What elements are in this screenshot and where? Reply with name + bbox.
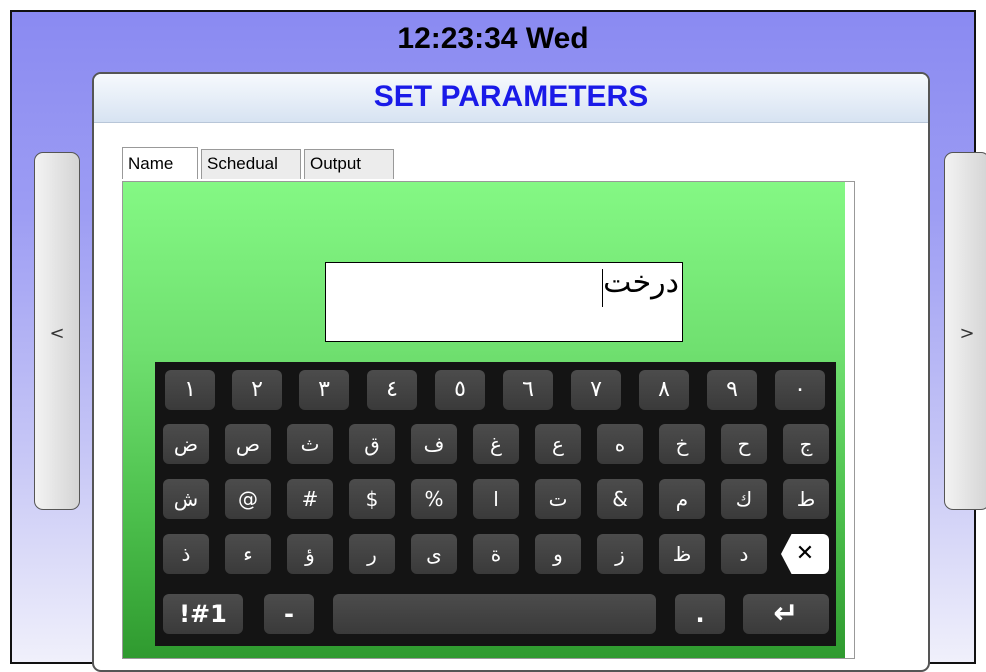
keyboard-key[interactable]: ١	[165, 370, 215, 410]
keyboard-key[interactable]: ح	[721, 424, 767, 464]
tab-schedual[interactable]: Schedual	[201, 149, 301, 179]
device-screen: 12:23:34 Wed < > SET PARAMETERS Name Sch…	[10, 10, 986, 672]
keyboard-key[interactable]: ة	[473, 534, 519, 574]
keyboard-key[interactable]: ٠	[775, 370, 825, 410]
dash-key[interactable]: -	[264, 594, 314, 634]
keyboard-key[interactable]: @	[225, 479, 271, 519]
keyboard-key[interactable]: %	[411, 479, 457, 519]
keyboard-key[interactable]: ٤	[367, 370, 417, 410]
keyboard-key[interactable]: ٢	[232, 370, 282, 410]
keyboard-key[interactable]: ا	[473, 479, 519, 519]
keyboard-key[interactable]: د	[721, 534, 767, 574]
keyboard-key[interactable]: ٩	[707, 370, 757, 410]
keyboard-key[interactable]: ذ	[163, 534, 209, 574]
keyboard-key[interactable]: ط	[783, 479, 829, 519]
period-key[interactable]: .	[675, 594, 725, 634]
keyboard-key[interactable]: ٣	[299, 370, 349, 410]
keyboard-key[interactable]: ٨	[639, 370, 689, 410]
keyboard-key[interactable]: ٥	[435, 370, 485, 410]
keyboard-key[interactable]: ش	[163, 479, 209, 519]
symbols-toggle-key[interactable]: !#1	[163, 594, 243, 634]
keyboard-key[interactable]: ص	[225, 424, 271, 464]
tab-name[interactable]: Name	[122, 147, 198, 179]
keyboard-key[interactable]: &	[597, 479, 643, 519]
enter-key[interactable]: ↵	[743, 594, 829, 634]
keyboard-key[interactable]: ث	[287, 424, 333, 464]
keyboard-key[interactable]: ى	[411, 534, 457, 574]
keyboard-key[interactable]: #	[287, 479, 333, 519]
panel-title: SET PARAMETERS	[94, 74, 928, 123]
keyboard-key[interactable]: ر	[349, 534, 395, 574]
keyboard-key[interactable]: ه	[597, 424, 643, 464]
clock-display: 12:23:34 Wed	[397, 22, 589, 55]
keyboard-key[interactable]: ظ	[659, 534, 705, 574]
keyboard-key[interactable]: ك	[721, 479, 767, 519]
keyboard-key[interactable]: و	[535, 534, 581, 574]
backspace-key[interactable]: ✕	[781, 534, 829, 574]
keyboard-key[interactable]: ٧	[571, 370, 621, 410]
keyboard-key[interactable]: م	[659, 479, 705, 519]
keyboard-key[interactable]: خ	[659, 424, 705, 464]
tab-output[interactable]: Output	[304, 149, 394, 179]
keyboard-key[interactable]: ع	[535, 424, 581, 464]
on-screen-keyboard: ١ ٢ ٣ ٤ ٥ ٦ ٧ ٨ ٩ ٠ ض ص ث ق ف غ ع ه خ ح ج ش @ # $% ا ت & م ك ط ذ ء ؤ ر ى ة و ز…	[155, 362, 836, 646]
keyboard-key[interactable]: ت	[535, 479, 581, 519]
keyboard-key[interactable]: $	[349, 479, 395, 519]
previous-page-button[interactable]: <	[34, 152, 80, 510]
keyboard-key[interactable]: ق	[349, 424, 395, 464]
keyboard-key[interactable]: غ	[473, 424, 519, 464]
keyboard-key[interactable]: ض	[163, 424, 209, 464]
keyboard-key[interactable]: ز	[597, 534, 643, 574]
chevron-right-icon: >	[959, 323, 975, 344]
keyboard-key[interactable]: ف	[411, 424, 457, 464]
name-input[interactable]: درخت	[325, 262, 683, 342]
chevron-left-icon: <	[49, 323, 65, 344]
name-editor-area: درخت ١ ٢ ٣ ٤ ٥ ٦ ٧ ٨ ٩ ٠ ض ص ث ق ف غ ع ه خ ح ج ش @ # $% ا ت & م ك ط ذ ء ؤ…	[123, 182, 845, 658]
keyboard-key[interactable]: ؤ	[287, 534, 333, 574]
keyboard-key[interactable]: ء	[225, 534, 271, 574]
tab-content: درخت ١ ٢ ٣ ٤ ٥ ٦ ٧ ٨ ٩ ٠ ض ص ث ق ف غ ع ه خ ح ج ش @ # $% ا ت & م ك ط ذ ء ؤ…	[122, 181, 855, 659]
space-key[interactable]	[333, 594, 656, 634]
next-page-button[interactable]: >	[944, 152, 986, 510]
name-input-text: درخت	[603, 265, 679, 300]
keyboard-key[interactable]: ٦	[503, 370, 553, 410]
keyboard-key[interactable]: ج	[783, 424, 829, 464]
settings-panel: SET PARAMETERS Name Schedual Output درخت…	[92, 72, 930, 672]
